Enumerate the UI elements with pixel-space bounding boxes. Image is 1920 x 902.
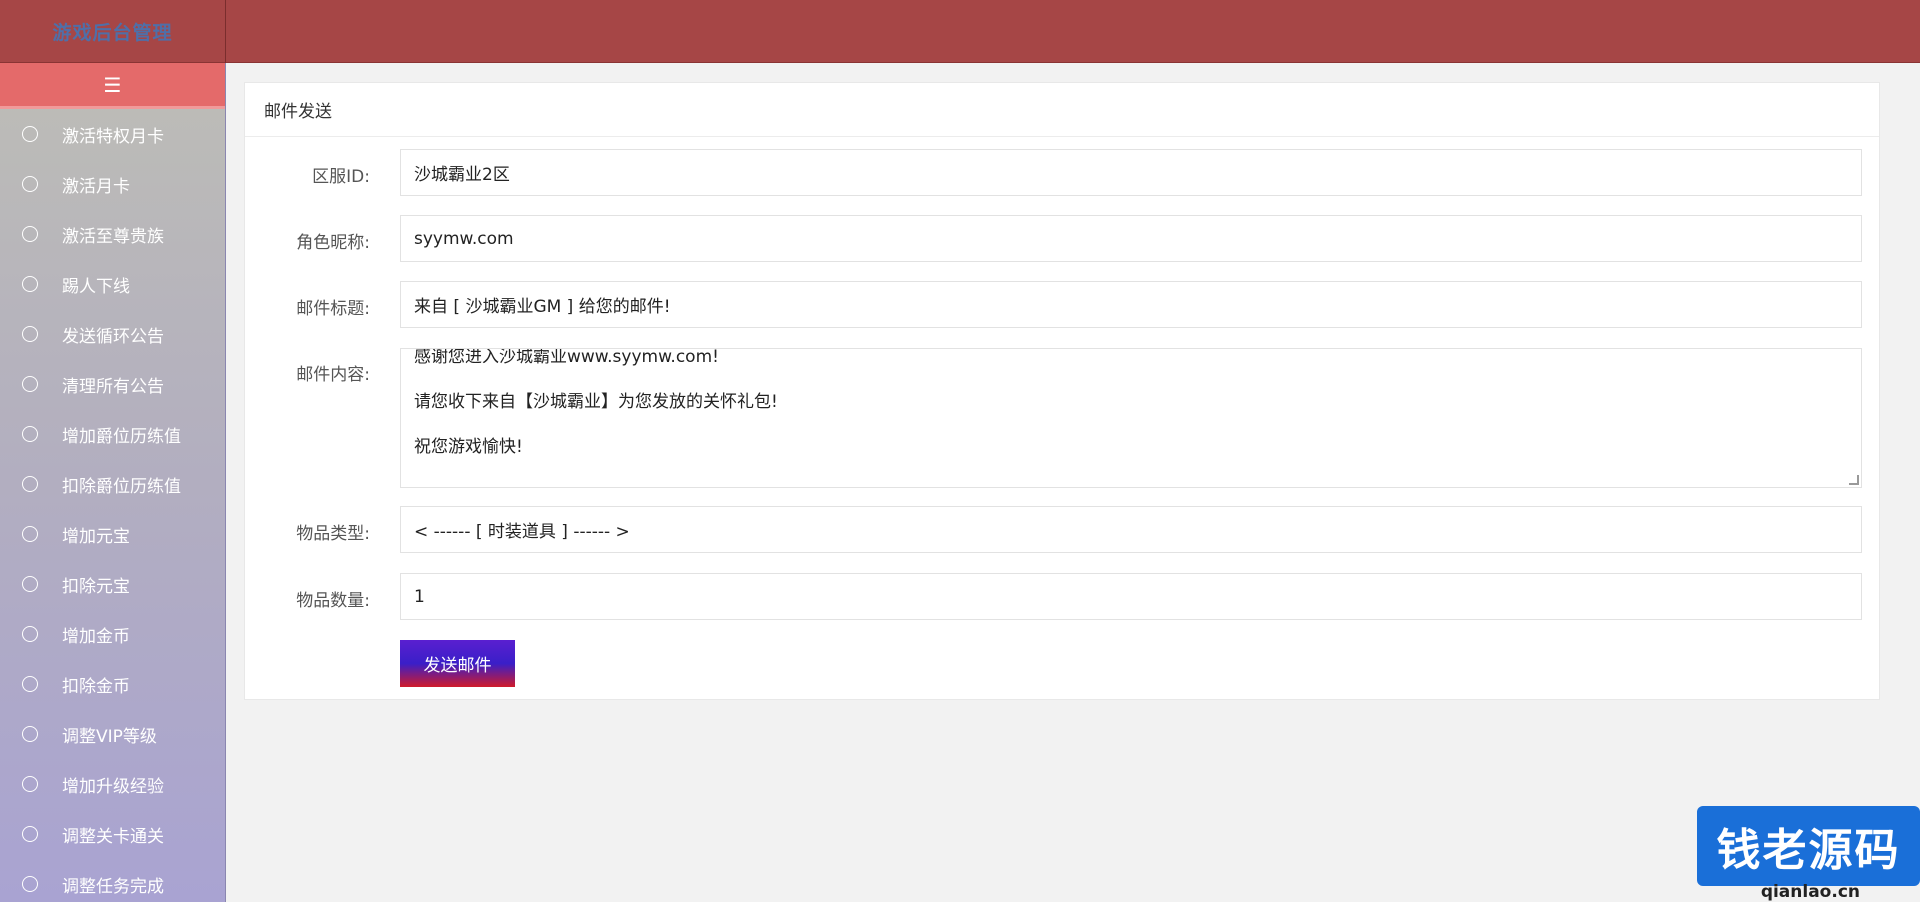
circle-icon (22, 126, 38, 142)
sidebar-item-label: 增加升级经验 (62, 776, 164, 797)
sidebar-item[interactable]: 清理所有公告 (0, 359, 225, 409)
content-line: 感谢您进入沙城霸业www.syymw.com! (414, 348, 719, 367)
watermark: 钱老源码 qianlao.cn (1697, 796, 1920, 902)
resize-handle-icon[interactable] (1849, 475, 1859, 485)
sidebar: ☰ 激活特权月卡 激活月卡激活至尊贵族 踢人下线发送循环公告 清理所有公告 增加爵位历练… (0, 63, 226, 902)
subject-input[interactable]: 来自 [ 沙城霸业GM ] 给您的邮件! (400, 281, 1862, 328)
sidebar-item-label: 激活月卡 (62, 176, 130, 197)
sidebar-item-label: 增加金币 (62, 626, 130, 647)
sidebar-item[interactable]: 激活至尊贵族 (0, 209, 225, 259)
sidebar-item-label: 扣除金币 (62, 676, 130, 697)
mail-send-card: 邮件发送 区服ID: 沙城霸业2区 角色昵称: syymw.com 邮件标题: … (244, 82, 1880, 700)
sidebar-item-label: 增加元宝 (62, 526, 130, 547)
server-label: 区服ID: (312, 167, 370, 187)
app-logo[interactable]: 游戏后台管理 (0, 0, 226, 63)
nickname-label: 角色昵称: (296, 233, 370, 253)
sidebar-item-label: 扣除爵位历练值 (62, 476, 181, 497)
sidebar-item-label: 调整关卡通关 (62, 826, 164, 847)
content-line: 祝您游戏愉快! (414, 437, 523, 457)
sidebar-item[interactable]: 调整VIP等级 (0, 709, 225, 759)
sidebar-item[interactable]: 发送循环公告 (0, 309, 225, 359)
content-label: 邮件内容: (296, 365, 370, 385)
sidebar-item-label: 激活特权月卡 (62, 126, 164, 147)
sidebar-item-label: 增加爵位历练值 (62, 426, 181, 447)
sidebar-item[interactable]: 扣除爵位历练值 (0, 459, 225, 509)
circle-icon (22, 876, 38, 892)
subject-label: 邮件标题: (296, 299, 370, 319)
sidebar-item[interactable]: 扣除金币 (0, 659, 225, 709)
circle-icon (22, 476, 38, 492)
sidebar-item[interactable]: 调整任务完成 (0, 859, 225, 902)
circle-icon (22, 326, 38, 342)
sidebar-menu: 激活特权月卡 激活月卡激活至尊贵族 踢人下线发送循环公告 清理所有公告 增加爵位历练值扣… (0, 109, 225, 902)
circle-icon (22, 376, 38, 392)
circle-icon (22, 276, 38, 292)
watermark-logo: 钱老源码 (1697, 806, 1920, 886)
sidebar-item[interactable]: 增加元宝 (0, 509, 225, 559)
sidebar-item[interactable]: 踢人下线 (0, 259, 225, 309)
item-count-label: 物品数量: (296, 591, 370, 611)
sidebar-item[interactable]: 调整关卡通关 (0, 809, 225, 859)
sidebar-item-label: 发送循环公告 (62, 326, 164, 347)
nickname-input[interactable]: syymw.com (400, 215, 1862, 262)
sidebar-item[interactable]: 激活月卡 (0, 159, 225, 209)
sidebar-item-label: 清理所有公告 (62, 376, 164, 397)
circle-icon (22, 426, 38, 442)
circle-icon (22, 576, 38, 592)
sidebar-item[interactable]: 扣除元宝 (0, 559, 225, 609)
content-line: 请您收下来自【沙城霸业】为您发放的关怀礼包! (414, 392, 778, 412)
sidebar-item-label: 调整VIP等级 (62, 726, 157, 747)
circle-icon (22, 526, 38, 542)
sidebar-item[interactable]: 增加金币 (0, 609, 225, 659)
circle-icon (22, 826, 38, 842)
sidebar-item-label: 调整任务完成 (62, 876, 164, 897)
content-textarea[interactable]: 感谢您进入沙城霸业www.syymw.com! 请您收下来自【沙城霸业】为您发放… (400, 348, 1862, 488)
item-type-label: 物品类型: (296, 524, 370, 544)
sidebar-item-label: 激活至尊贵族 (62, 226, 164, 247)
circle-icon (22, 776, 38, 792)
sidebar-item[interactable]: 增加爵位历练值 (0, 409, 225, 459)
menu-collapse-icon: ☰ (103, 72, 122, 97)
send-mail-button[interactable]: 发送邮件 (400, 640, 515, 687)
top-bar: 游戏后台管理 (0, 0, 1920, 63)
sidebar-item-label: 扣除元宝 (62, 576, 130, 597)
circle-icon (22, 626, 38, 642)
server-input[interactable]: 沙城霸业2区 (400, 149, 1862, 196)
circle-icon (22, 226, 38, 242)
circle-icon (22, 726, 38, 742)
circle-icon (22, 676, 38, 692)
watermark-url: qianlao.cn (1760, 882, 1860, 902)
sidebar-toggle-button[interactable]: ☰ (0, 63, 225, 109)
sidebar-item-label: 踢人下线 (62, 276, 130, 297)
circle-icon (22, 176, 38, 192)
card-title: 邮件发送 (245, 83, 1879, 137)
sidebar-item[interactable]: 激活特权月卡 (0, 109, 225, 159)
item-type-select[interactable]: < ------ [ 时装道具 ] ------ > (400, 506, 1862, 553)
item-count-input[interactable]: 1 (400, 573, 1862, 620)
sidebar-item[interactable]: 增加升级经验 (0, 759, 225, 809)
